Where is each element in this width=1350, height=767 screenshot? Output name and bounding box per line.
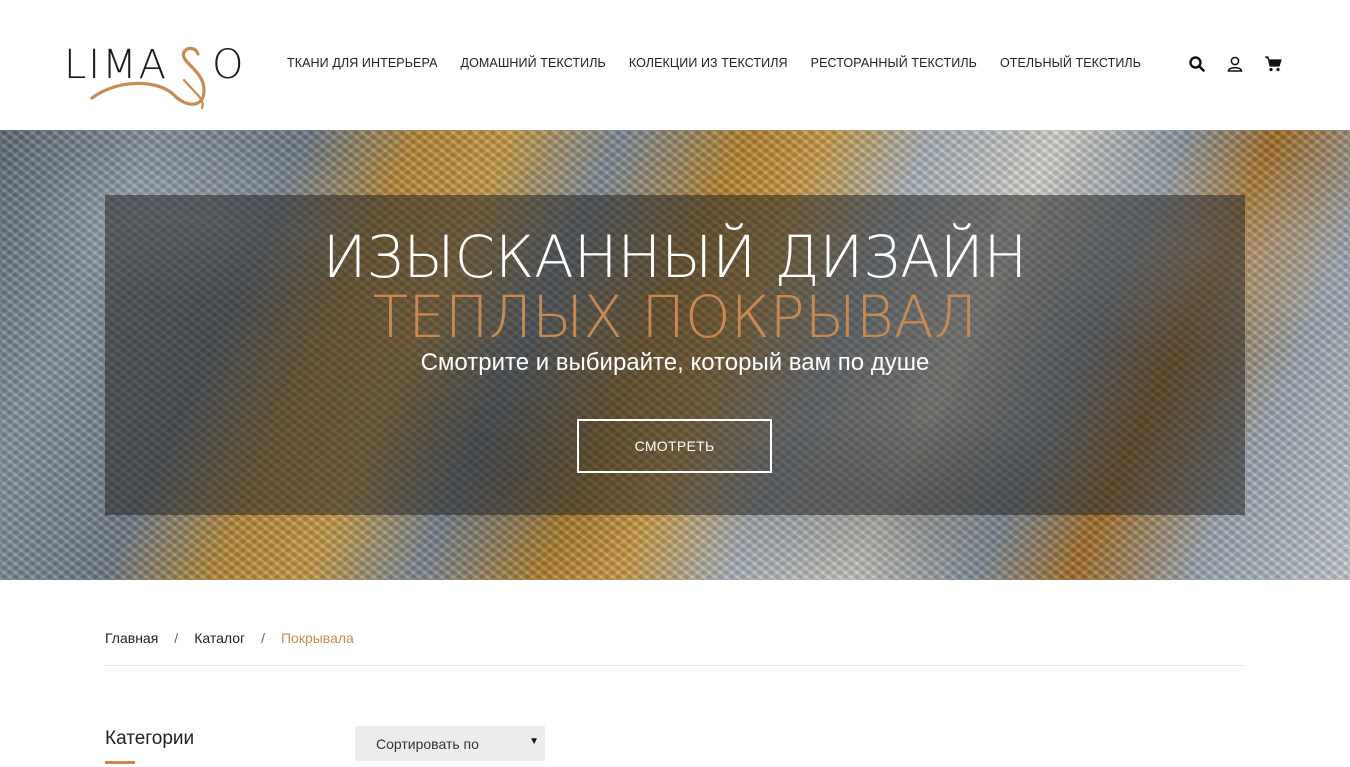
breadcrumb-divider bbox=[105, 665, 1245, 666]
main-nav: Ткани для интерьера Домашний текстиль Ко… bbox=[287, 56, 1164, 74]
breadcrumb-current: Покрывала bbox=[280, 630, 354, 646]
site-header: LIMA O Ткани для интерьера Домашний текс… bbox=[0, 0, 1350, 130]
logo-mark: LIMA O bbox=[64, 42, 243, 110]
breadcrumb-separator: / bbox=[261, 630, 265, 646]
nav-item-home-textile[interactable]: Домашний текстиль bbox=[461, 56, 606, 74]
hero-subtitle: Смотрите и выбирайте, который вам по душ… bbox=[420, 349, 930, 376]
sort-select-label: Сортировать по bbox=[376, 735, 479, 752]
nav-item-interior-fabrics[interactable]: Ткани для интерьера bbox=[287, 56, 438, 74]
breadcrumb: Главная / Каталог / Покрывала bbox=[105, 630, 354, 646]
breadcrumb-home[interactable]: Главная bbox=[105, 630, 158, 646]
dropdown-arrow-icon: ▼ bbox=[529, 736, 539, 747]
breadcrumb-catalog[interactable]: Каталог bbox=[194, 630, 245, 646]
hero-title-line2: ТЕПЛЫХ ПОКРЫВАЛ bbox=[372, 283, 978, 351]
search-icon[interactable] bbox=[1188, 55, 1206, 73]
user-icon[interactable] bbox=[1226, 55, 1244, 73]
nav-item-hotel-textile[interactable]: Отельный текстиль bbox=[1000, 56, 1141, 74]
breadcrumb-separator: / bbox=[174, 630, 179, 646]
header-icons bbox=[1188, 55, 1302, 73]
hero-title-line1: ИЗЫСКАННЫЙ ДИЗАЙН bbox=[322, 223, 1028, 291]
svg-text:LIMA: LIMA bbox=[64, 42, 168, 88]
cart-icon[interactable] bbox=[1264, 55, 1282, 73]
view-button-label: Смотреть bbox=[634, 438, 715, 454]
categories-heading: Категории bbox=[105, 728, 195, 749]
sort-select[interactable]: Сортировать по ▼ bbox=[355, 726, 545, 761]
svg-text:O: O bbox=[212, 42, 243, 88]
view-button[interactable]: Смотреть bbox=[577, 419, 772, 473]
categories-underline bbox=[105, 761, 135, 764]
nav-item-textile-collections[interactable]: Колекции из текстиля bbox=[629, 56, 788, 74]
hero-banner: ИЗЫСКАННЫЙ ДИЗАЙН ТЕПЛЫХ ПОКРЫВАЛ Смотри… bbox=[0, 130, 1350, 580]
nav-item-restaurant-textile[interactable]: Ресторанный текстиль bbox=[811, 56, 977, 74]
logo[interactable]: LIMA O bbox=[64, 40, 244, 112]
